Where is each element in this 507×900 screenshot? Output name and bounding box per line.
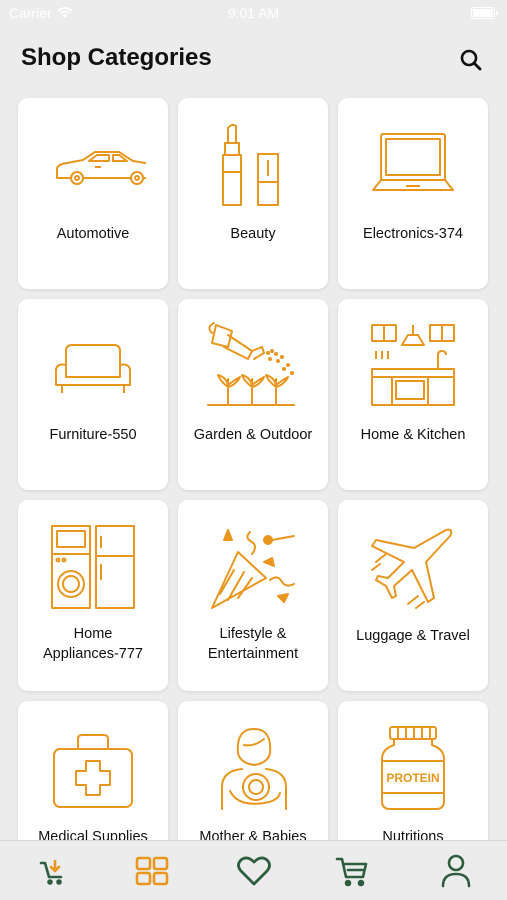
protein-jar-icon: PROTEIN (381, 726, 445, 810)
search-icon (460, 49, 482, 71)
appliances-icon (51, 525, 135, 609)
car-icon (56, 151, 146, 185)
user-icon (441, 854, 471, 888)
category-label: Lifestyle & Entertainment (207, 626, 299, 662)
category-card-beauty[interactable]: Beauty (178, 98, 328, 289)
category-grid: Automotive Beauty Electronics-374 Furnit… (18, 98, 488, 892)
grid-icon (135, 856, 169, 886)
category-card-garden[interactable]: Garden & Outdoor (178, 299, 328, 490)
search-button[interactable] (457, 46, 485, 74)
cart-arrow-icon (39, 859, 63, 885)
category-label: Home & Kitchen (360, 427, 466, 443)
header: Shop Categories (0, 40, 507, 80)
category-label: Electronics-374 (363, 226, 463, 242)
tab-wishlist[interactable] (234, 851, 274, 891)
tab-profile[interactable] (436, 851, 476, 891)
page-title: Shop Categories (21, 44, 212, 71)
airplane-icon (371, 528, 453, 609)
lipstick-icon (222, 123, 279, 206)
cart-icon (335, 857, 368, 887)
heart-icon (237, 856, 271, 886)
first-aid-kit-icon (53, 734, 133, 808)
category-card-furniture[interactable]: Furniture-550 (18, 299, 168, 490)
category-label: Home Appliances-777 (43, 626, 143, 662)
category-label: Luggage & Travel (356, 628, 470, 644)
tab-cart[interactable] (332, 851, 372, 891)
tab-categories[interactable] (132, 851, 172, 891)
category-label: Automotive (56, 226, 130, 242)
tab-shop[interactable] (33, 851, 73, 891)
battery-icon (471, 7, 498, 19)
category-card-home-kitchen[interactable]: Home & Kitchen (338, 299, 488, 490)
watering-can-icon (207, 322, 295, 406)
kitchen-icon (371, 324, 455, 406)
status-bar: Carrier 9:01 AM (0, 0, 507, 28)
status-time: 9:01 AM (227, 5, 280, 21)
category-card-home-appliances[interactable]: Home Appliances-777 (18, 500, 168, 691)
category-label: Garden & Outdoor (193, 427, 313, 443)
category-card-luggage-travel[interactable]: Luggage & Travel (338, 500, 488, 691)
category-label: Beauty (230, 226, 276, 242)
mother-baby-icon (221, 728, 287, 810)
category-card-electronics[interactable]: Electronics-374 (338, 98, 488, 289)
tab-bar (0, 840, 507, 900)
category-card-automotive[interactable]: Automotive (18, 98, 168, 289)
category-card-lifestyle[interactable]: Lifestyle & Entertainment (178, 500, 328, 691)
party-popper-icon (211, 529, 295, 609)
laptop-icon (372, 133, 454, 191)
category-label: Furniture-550 (49, 427, 137, 443)
jar-label: PROTEIN (386, 771, 439, 785)
sofa-icon (55, 344, 131, 393)
